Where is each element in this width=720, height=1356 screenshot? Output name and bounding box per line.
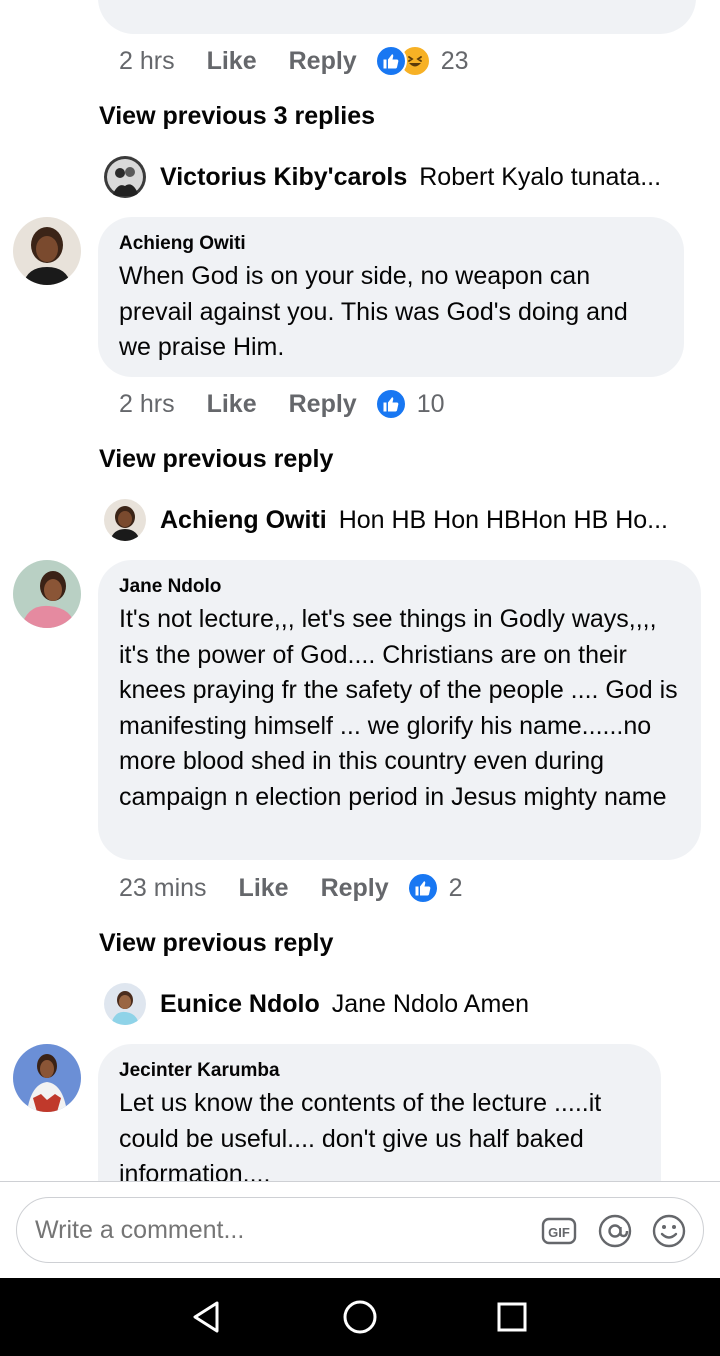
like-button[interactable]: Like — [207, 47, 257, 76]
system-navigation-bar — [0, 1278, 720, 1356]
emoji-icon[interactable] — [651, 1213, 687, 1249]
reply-preview[interactable]: Achieng Owiti Hon HB Hon HBHon HB Ho... — [104, 499, 668, 541]
comment-time: 2 hrs — [119, 389, 175, 418]
view-previous-reply-link[interactable]: View previous reply — [99, 445, 333, 474]
like-reaction-icon — [374, 45, 407, 77]
reply-author[interactable]: Victorius Kiby'carols — [160, 163, 407, 192]
recents-icon[interactable] — [492, 1297, 532, 1337]
reply-preview[interactable]: Eunice Ndolo Jane Ndolo Amen — [104, 983, 529, 1025]
comment-input[interactable] — [35, 1216, 515, 1245]
reply-text: Robert Kyalo tunata... — [419, 162, 662, 191]
avatar[interactable] — [104, 499, 146, 541]
comment-author[interactable]: Achieng Owiti — [119, 233, 664, 255]
view-previous-replies-link[interactable]: View previous 3 replies — [99, 102, 375, 131]
gif-icon[interactable]: GIF — [541, 1213, 577, 1249]
reaction-summary[interactable]: 10 — [374, 388, 445, 420]
comment-input-box[interactable]: GIF — [16, 1197, 704, 1263]
reaction-count: 23 — [440, 46, 469, 75]
reply-preview[interactable]: Victorius Kiby'carols Robert Kyalo tunat… — [104, 156, 661, 198]
view-previous-reply-link[interactable]: View previous reply — [99, 929, 333, 958]
reply-button[interactable]: Reply — [289, 47, 357, 76]
comment-text: When God is on your side, no weapon can … — [119, 262, 628, 361]
like-button[interactable]: Like — [207, 390, 257, 419]
like-reaction-icon — [374, 388, 407, 420]
like-button[interactable]: Like — [239, 874, 289, 903]
reply-author[interactable]: Eunice Ndolo — [160, 990, 320, 1019]
comment-bubble[interactable]: Achieng Owiti When God is on your side, … — [98, 217, 684, 377]
back-icon[interactable] — [186, 1297, 226, 1337]
reply-button[interactable]: Reply — [321, 874, 389, 903]
comment-text: It's not lecture,,, let's see things in … — [119, 605, 678, 811]
gif-label: GIF — [548, 1225, 570, 1240]
comment-composer: GIF — [0, 1181, 720, 1278]
avatar[interactable] — [13, 1044, 81, 1112]
reaction-count: 2 — [448, 873, 463, 902]
reaction-summary[interactable]: 2 — [406, 872, 463, 904]
avatar[interactable] — [13, 560, 81, 628]
comment-meta-row: 2 hrs Like Reply 23 — [119, 44, 469, 78]
home-icon[interactable] — [340, 1297, 380, 1337]
mention-icon[interactable] — [597, 1213, 633, 1249]
reply-button[interactable]: Reply — [289, 390, 357, 419]
comment-time: 23 mins — [119, 873, 207, 902]
comment-bubble[interactable]: Jane Ndolo It's not lecture,,, let's see… — [98, 560, 701, 860]
comment-meta-row: 2 hrs Like Reply 10 — [119, 387, 445, 421]
reply-text: Jane Ndolo Amen — [331, 989, 530, 1018]
comment-author[interactable]: Jane Ndolo — [119, 576, 681, 598]
comment-bubble-partial — [98, 0, 696, 34]
comment-meta-row: 23 mins Like Reply 2 — [119, 871, 463, 905]
comment-bubble[interactable]: Jecinter Karumba Let us know the content… — [98, 1044, 661, 1181]
reaction-summary[interactable]: 23 — [374, 45, 469, 77]
comment-author[interactable]: Jecinter Karumba — [119, 1060, 641, 1082]
comment-text: Let us know the contents of the lecture … — [119, 1089, 602, 1181]
avatar[interactable] — [104, 156, 146, 198]
like-reaction-icon — [406, 872, 439, 904]
avatar[interactable] — [104, 983, 146, 1025]
reply-text: Hon HB Hon HBHon HB Ho... — [338, 505, 668, 534]
avatar[interactable] — [13, 217, 81, 285]
reaction-count: 10 — [416, 389, 445, 418]
comment-time: 2 hrs — [119, 46, 175, 75]
reply-author[interactable]: Achieng Owiti — [160, 506, 327, 535]
comments-thread[interactable]: 2 hrs Like Reply 23 View previous 3 repl… — [0, 0, 720, 1181]
